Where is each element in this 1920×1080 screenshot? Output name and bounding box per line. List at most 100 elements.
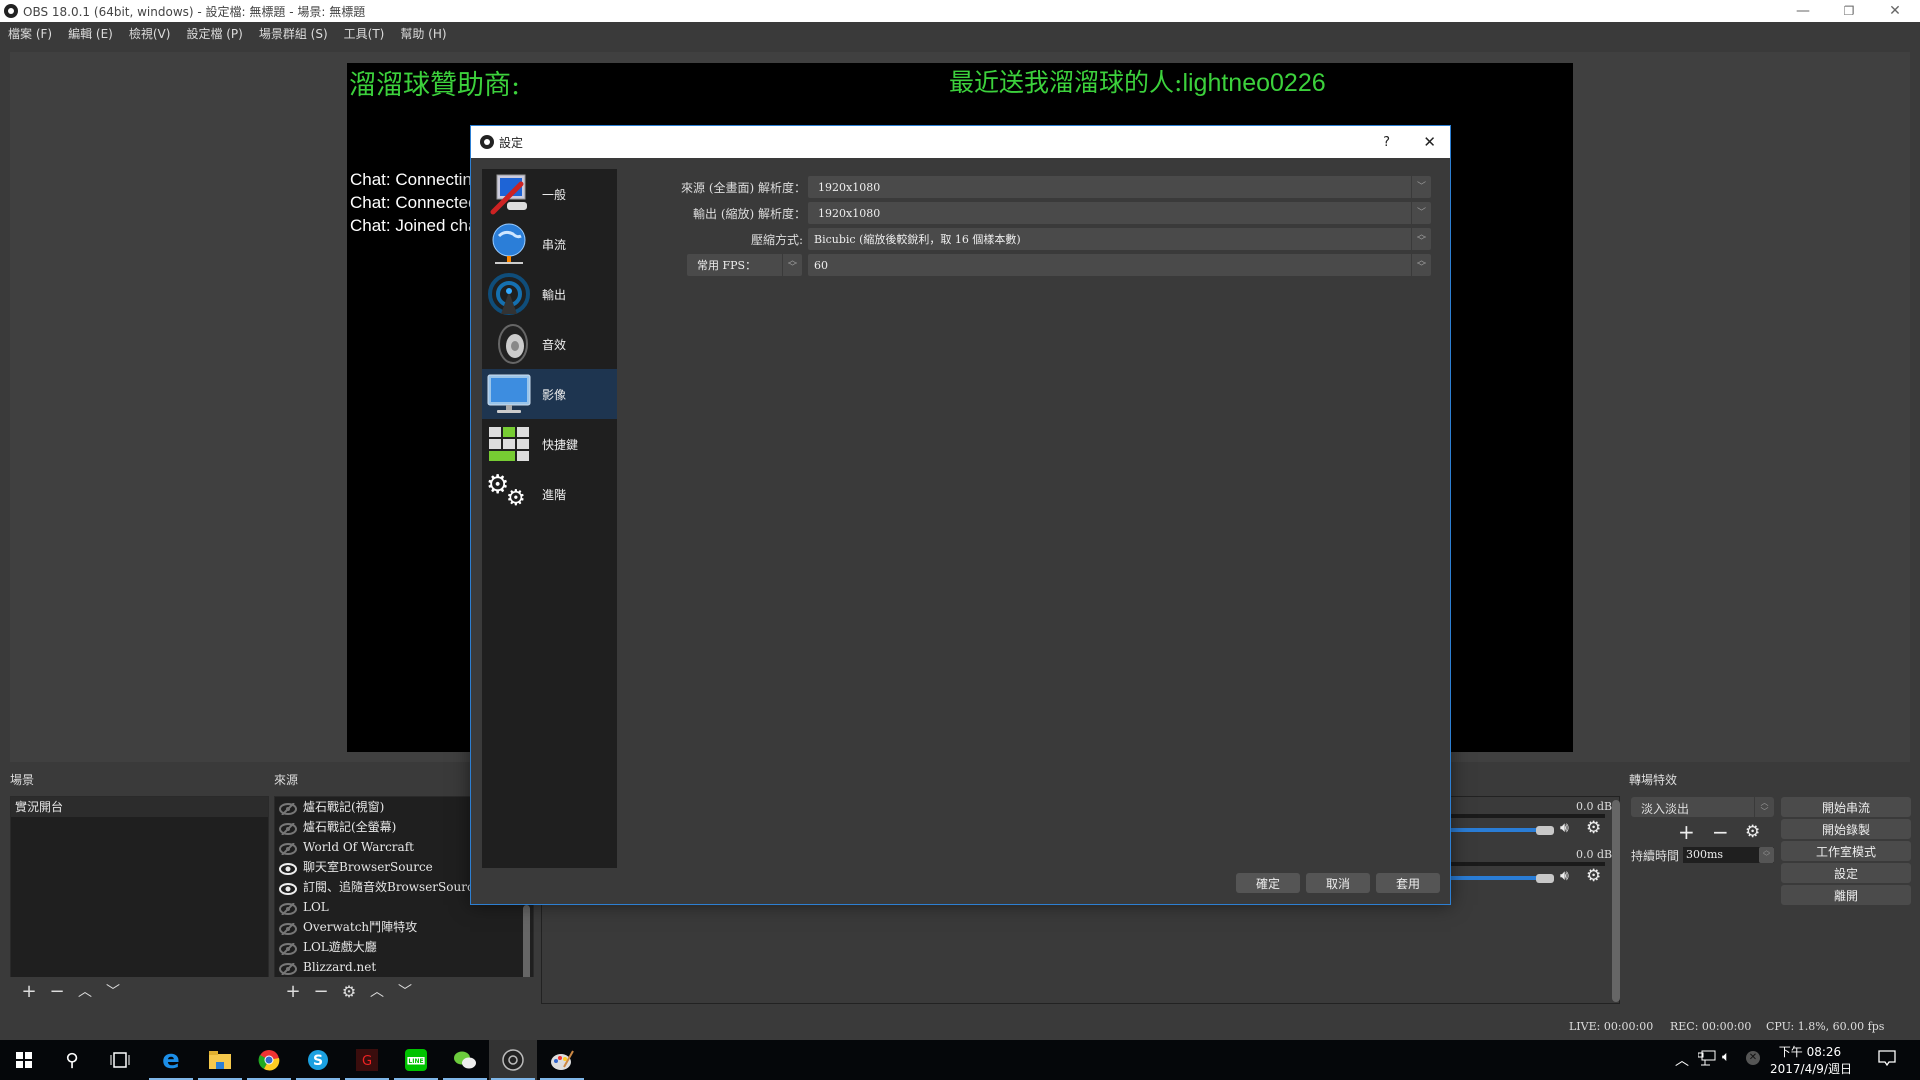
downscale-filter-select[interactable]: Bicubic (縮放後較銳利，取 16 個樣本數) ︿ ﹀ (808, 228, 1431, 250)
hidden-eye-icon[interactable] (279, 821, 297, 836)
wechat-icon[interactable] (441, 1040, 489, 1080)
base-resolution-combo[interactable]: 1920x1080 ﹀ (808, 176, 1431, 198)
hidden-eye-icon[interactable] (279, 941, 297, 956)
spinner-arrows-icon[interactable]: ︿ ﹀ (1411, 254, 1431, 276)
error-status-icon[interactable]: ✕ (1746, 1051, 1760, 1065)
speaker-icon[interactable]: 🔊︎ (1560, 820, 1569, 836)
task-view-icon[interactable] (96, 1040, 144, 1080)
chevron-down-icon[interactable]: ﹀ (1411, 176, 1431, 198)
garena-icon[interactable]: G (343, 1040, 391, 1080)
add-scene-button[interactable]: + (18, 981, 40, 1002)
volume-slider-track[interactable] (1450, 876, 1540, 880)
exit-button[interactable]: 離開 (1781, 885, 1911, 905)
studio-mode-button[interactable]: 工作室模式 (1781, 841, 1911, 861)
clock-time[interactable]: 下午 08:26 (1775, 1043, 1845, 1060)
menu-view[interactable]: 檢視(V) (121, 25, 179, 42)
volume-slider-handle[interactable] (1536, 826, 1554, 835)
action-center-icon[interactable] (1878, 1050, 1896, 1071)
menu-profile[interactable]: 設定檔 (P) (178, 25, 250, 42)
start-streaming-button[interactable]: 開始串流 (1781, 797, 1911, 817)
duration-input[interactable]: 300ms ︿ ﹀ (1683, 847, 1774, 863)
mixer-gear-icon[interactable]: ⚙ (1586, 818, 1601, 838)
speaker-icon[interactable]: 🔊︎ (1560, 868, 1569, 884)
obs-taskbar-icon[interactable] (489, 1040, 537, 1080)
minimize-button[interactable]: — (1780, 0, 1826, 22)
move-scene-up-button[interactable]: ︿ (74, 981, 96, 1001)
chevron-down-icon[interactable]: ﹀ (1411, 202, 1431, 224)
source-item[interactable]: Blizzard.net (275, 957, 533, 977)
sidebar-item-advanced[interactable]: ⚙ ⚙ 進階 (482, 469, 617, 519)
sidebar-item-video[interactable]: 影像 (482, 369, 617, 419)
sidebar-item-hotkeys[interactable]: 快捷鍵 (482, 419, 617, 469)
add-transition-button[interactable]: + (1678, 820, 1695, 844)
stream-globe-icon (486, 222, 532, 266)
mixer-gear-icon[interactable]: ⚙ (1586, 866, 1601, 886)
file-explorer-icon[interactable] (196, 1040, 244, 1080)
scene-item[interactable]: 實況開台 (11, 797, 268, 817)
hidden-eye-icon[interactable] (279, 901, 297, 916)
menu-scene-collection[interactable]: 場景群組 (S) (251, 25, 336, 42)
fps-type-select[interactable]: 常用 FPS： ︿ ﹀ (687, 254, 802, 276)
spinner-arrows-icon[interactable]: ︿ ﹀ (1411, 228, 1431, 250)
transition-select[interactable]: 淡入淡出 ︿ ﹀ (1631, 797, 1774, 817)
duration-spinner[interactable]: ︿ ﹀ (1759, 847, 1774, 863)
maximize-button[interactable]: ❐ (1826, 0, 1872, 22)
source-properties-gear-icon[interactable]: ⚙ (338, 982, 360, 1001)
clock-date[interactable]: 2017/4/9/週日 (1770, 1060, 1852, 1077)
apply-button[interactable]: 套用 (1376, 873, 1440, 893)
volume-icon[interactable]: 🔈︎ (1722, 1049, 1730, 1065)
add-source-button[interactable]: + (282, 981, 304, 1002)
move-source-down-button[interactable]: ﹀ (394, 981, 416, 1001)
windows-start-icon[interactable] (0, 1040, 48, 1080)
move-source-up-button[interactable]: ︿ (366, 981, 388, 1001)
menu-help[interactable]: 幫助 (H) (392, 25, 454, 42)
hidden-eye-icon[interactable] (279, 801, 297, 816)
network-icon[interactable] (1697, 1050, 1716, 1069)
start-recording-button[interactable]: 開始錄製 (1781, 819, 1911, 839)
show-hidden-icons-chevron-icon[interactable]: ︿ (1675, 1050, 1689, 1070)
spinner-arrows-icon[interactable]: ︿ ﹀ (782, 254, 802, 276)
sidebar-label: 輸出 (542, 287, 567, 302)
fps-value: 60 (814, 258, 828, 272)
close-button[interactable]: ✕ (1872, 0, 1918, 22)
remove-source-button[interactable]: − (310, 981, 332, 1002)
volume-slider-handle[interactable] (1536, 874, 1554, 883)
fps-value-select[interactable]: 60 ︿ ﹀ (808, 254, 1431, 276)
transition-gear-icon[interactable]: ⚙ (1745, 822, 1760, 842)
remove-scene-button[interactable]: − (46, 981, 68, 1002)
ok-button[interactable]: 確定 (1236, 873, 1300, 893)
volume-slider-track[interactable] (1450, 828, 1540, 832)
sources-scrollbar[interactable] (523, 905, 530, 981)
spinner-arrows-icon: ︿ ﹀ (1754, 797, 1774, 817)
source-item[interactable]: Overwatch鬥陣特攻 (275, 917, 533, 937)
cancel-button[interactable]: 取消 (1306, 873, 1370, 893)
paint-icon[interactable] (538, 1040, 586, 1080)
skype-icon[interactable]: S (294, 1040, 342, 1080)
menu-tools[interactable]: 工具(T) (336, 25, 393, 42)
search-icon[interactable]: ⚲ (48, 1040, 96, 1080)
chrome-icon[interactable] (245, 1040, 293, 1080)
sidebar-item-stream[interactable]: 串流 (482, 219, 617, 269)
visible-eye-icon[interactable] (279, 861, 297, 875)
fps-type-value: 常用 FPS： (697, 259, 757, 272)
dialog-close-button[interactable]: ✕ (1423, 133, 1436, 151)
output-resolution-combo[interactable]: 1920x1080 ﹀ (808, 202, 1431, 224)
settings-button[interactable]: 設定 (1781, 863, 1911, 883)
edge-browser-icon[interactable]: e (147, 1040, 195, 1080)
mixer-scrollbar[interactable] (1612, 800, 1620, 1002)
sidebar-item-general[interactable]: 一般 (482, 169, 617, 219)
hidden-eye-icon[interactable] (279, 961, 297, 976)
help-button[interactable]: ? (1383, 135, 1390, 150)
source-item[interactable]: LOL遊戲大廳 (275, 937, 533, 957)
line-app-icon[interactable]: LINE (392, 1040, 440, 1080)
sidebar-item-audio[interactable]: 音效 (482, 319, 617, 369)
remove-transition-button[interactable]: − (1712, 820, 1729, 844)
hidden-eye-icon[interactable] (279, 841, 297, 856)
menu-file[interactable]: 檔案 (F) (0, 25, 60, 42)
sidebar-item-output[interactable]: 輸出 (482, 269, 617, 319)
hidden-eye-icon[interactable] (279, 921, 297, 936)
move-scene-down-button[interactable]: ﹀ (102, 981, 124, 1001)
scenes-list: 實況開台 (10, 796, 269, 982)
visible-eye-icon[interactable] (279, 881, 297, 895)
menu-edit[interactable]: 編輯 (E) (60, 25, 121, 42)
